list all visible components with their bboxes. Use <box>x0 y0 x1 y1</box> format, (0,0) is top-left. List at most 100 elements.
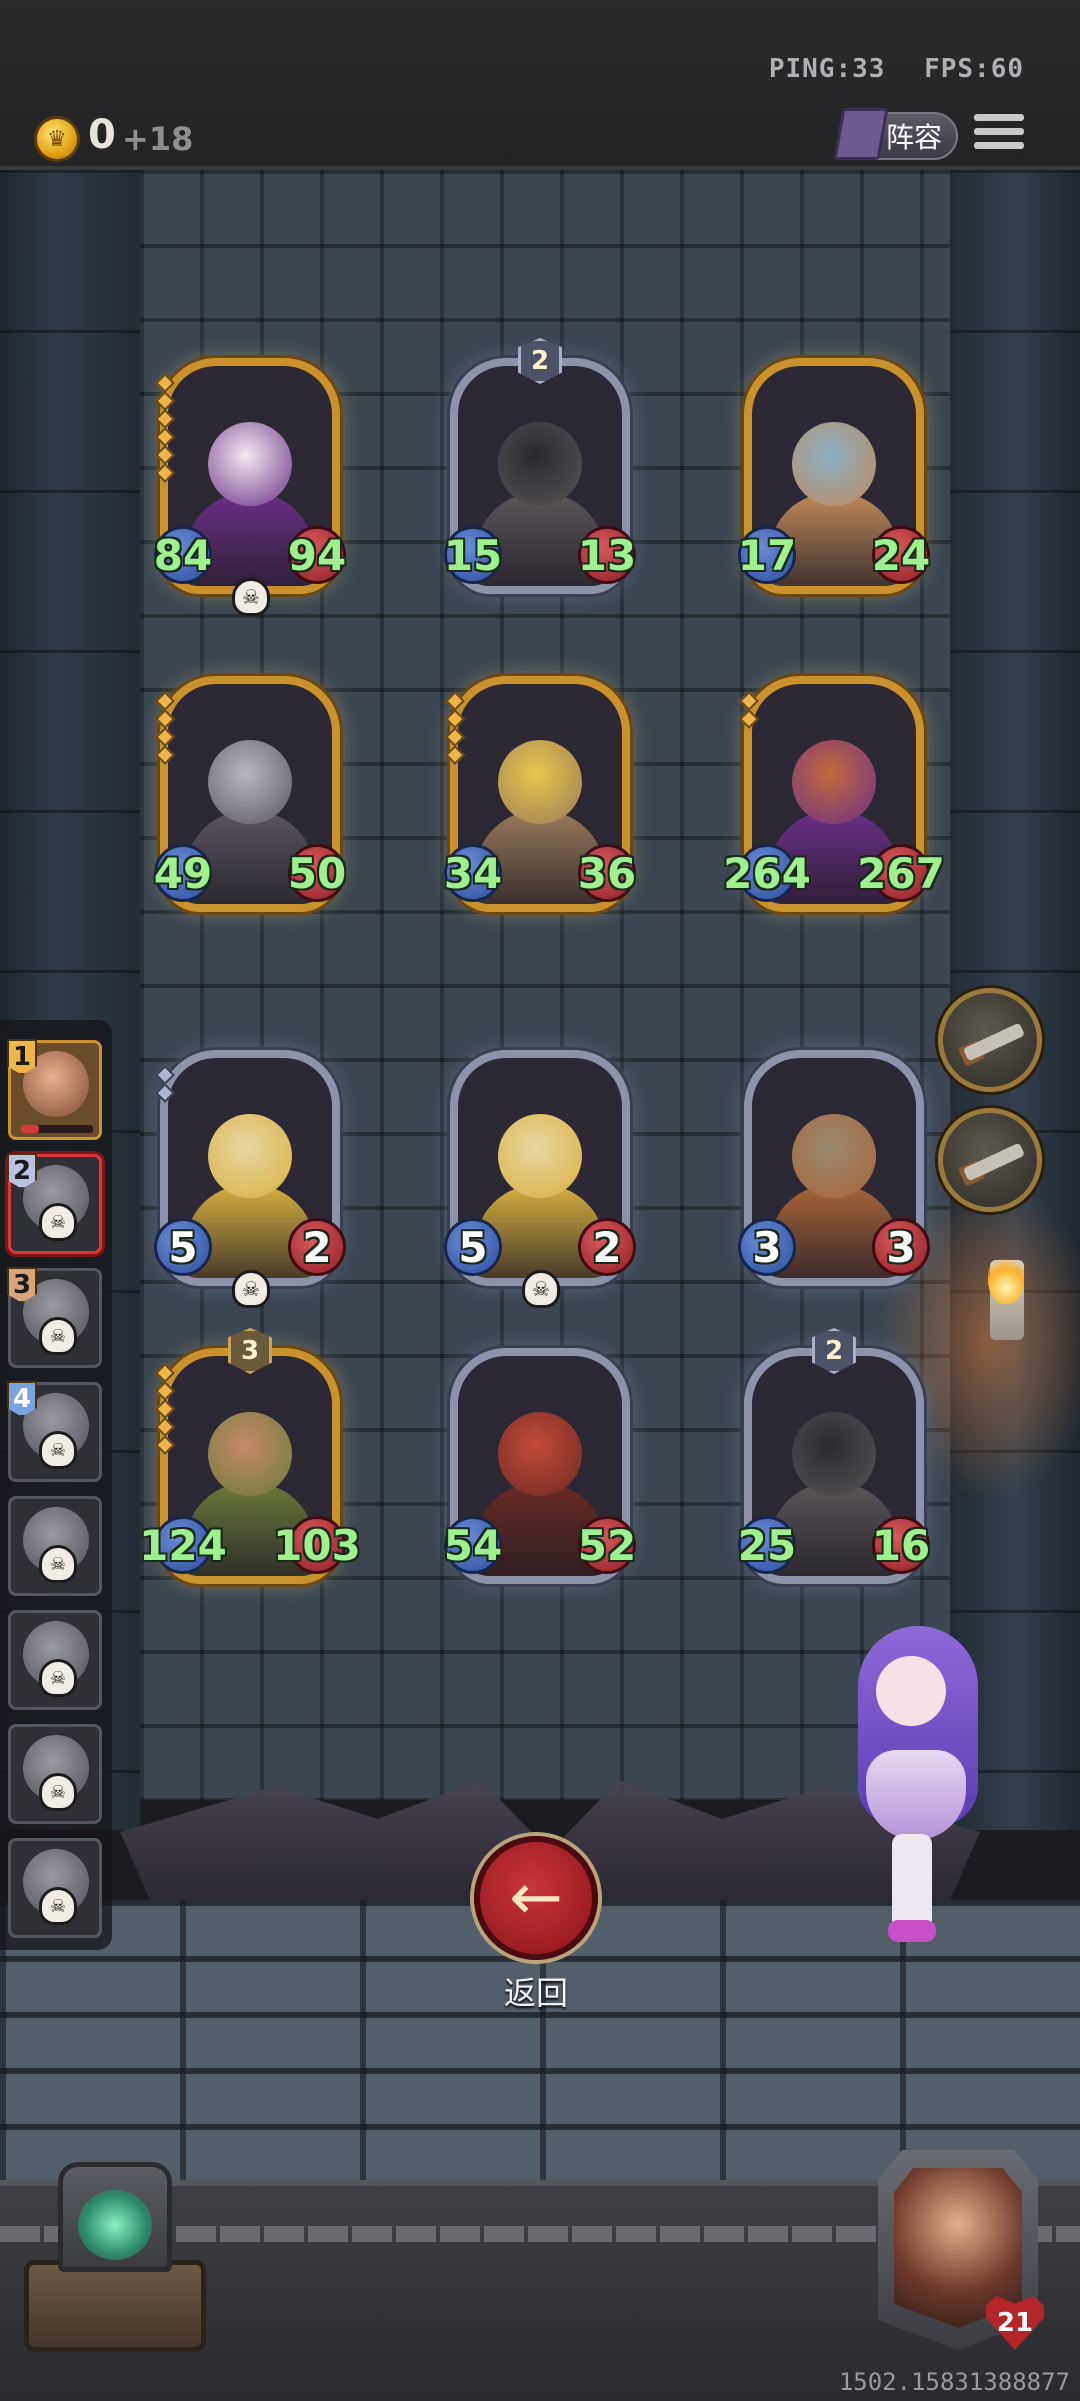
card-art-face <box>498 1114 582 1198</box>
pip-icon <box>155 1363 175 1383</box>
team-slot[interactable]: ☠ 3 <box>7 1267 102 1368</box>
item-slot[interactable] <box>938 988 1042 1092</box>
character-shoes <box>888 1920 936 1942</box>
health-value: 50 <box>288 844 346 902</box>
card-art-face <box>498 422 582 506</box>
team-slot[interactable]: 1 <box>7 1039 102 1140</box>
network-stats: PING:33 FPS:60 <box>747 54 1024 84</box>
health-value: 103 <box>273 1516 361 1574</box>
card-art-face <box>792 422 876 506</box>
menu-icon-bar <box>974 114 1024 121</box>
health-value: 3 <box>872 1218 930 1276</box>
minion-card[interactable]: 2 15 13 <box>444 338 636 594</box>
back-label: 返回 <box>503 1974 568 2012</box>
skull-icon: ☠ <box>39 1887 77 1925</box>
gold-count: 0 <box>88 112 116 158</box>
pip-icon <box>155 1417 175 1437</box>
health-value: 2 <box>288 1218 346 1276</box>
team-slot[interactable]: ☠ 2 <box>7 1153 102 1254</box>
heart-icon: 21 <box>986 2296 1044 2350</box>
upgrade-pips <box>155 373 175 483</box>
attack-value: 84 <box>154 526 212 584</box>
team-slot[interactable]: ☠ <box>8 1724 102 1824</box>
card-art-face <box>498 740 582 824</box>
pip-icon <box>739 691 759 711</box>
build-id: 1502.15831388877 <box>838 2368 1070 2396</box>
character-face <box>876 1656 946 1726</box>
upgrade-pips <box>155 691 175 765</box>
team-slot[interactable]: ☠ <box>8 1610 102 1710</box>
card-art-face <box>792 1412 876 1496</box>
hero-portrait[interactable]: 21 <box>868 2150 1048 2360</box>
character-dress <box>866 1750 966 1840</box>
attack-value: 17 <box>738 526 796 584</box>
team-hp-fill <box>21 1125 39 1133</box>
minion-card[interactable]: 5 2 ☠ <box>444 1050 636 1308</box>
pip-icon <box>155 1435 175 1455</box>
health-value: 24 <box>872 526 930 584</box>
skull-icon: ☠ <box>232 1270 270 1308</box>
crown-coin-icon: ♛ <box>34 116 80 162</box>
chest-box <box>24 2260 206 2352</box>
health-value: 267 <box>857 844 945 902</box>
minion-card[interactable]: 84 94 ☠ <box>154 358 346 616</box>
pip-icon <box>155 1083 175 1103</box>
book-icon <box>833 108 889 160</box>
minion-card[interactable]: 264 267 <box>723 676 945 912</box>
skull-icon: ☠ <box>39 1203 77 1241</box>
team-slot[interactable]: ☠ <box>8 1838 102 1938</box>
pip-icon <box>445 709 465 729</box>
pip-icon <box>445 745 465 765</box>
minion-card[interactable]: 33 <box>738 1050 930 1286</box>
upgrade-pips <box>445 691 465 765</box>
item-slot[interactable] <box>938 1108 1042 1212</box>
treasure-chest-button[interactable] <box>14 2150 216 2360</box>
pip-icon <box>155 391 175 411</box>
minion-card[interactable]: 17 24 <box>738 358 930 594</box>
card-art-face <box>498 1412 582 1496</box>
attack-value: 34 <box>444 844 502 902</box>
card-art-face <box>792 1114 876 1198</box>
pip-icon <box>155 409 175 429</box>
attack-value: 5 <box>154 1218 212 1276</box>
pip-icon <box>155 445 175 465</box>
health-value: 36 <box>578 844 636 902</box>
attack-value: 54 <box>444 1516 502 1574</box>
skull-icon: ☠ <box>39 1317 77 1355</box>
minion-card[interactable]: 2 25 16 <box>738 1328 930 1584</box>
minion-card[interactable]: 49 50 <box>154 676 346 912</box>
card-art-face <box>208 1114 292 1198</box>
menu-button[interactable] <box>974 114 1024 156</box>
pip-icon <box>155 691 175 711</box>
flame-icon <box>988 1250 1024 1304</box>
minion-card[interactable]: 34 36 <box>444 676 636 912</box>
team-list: 1 ☠ 2 ☠ 3 ☠ 4 ☠ ☠ ☠ ☠ <box>0 1020 112 1950</box>
pip-icon <box>155 463 175 483</box>
chest-glow <box>78 2190 152 2260</box>
pip-icon <box>155 745 175 765</box>
back-button[interactable]: ← <box>474 1836 598 1960</box>
upgrade-pips <box>155 1363 175 1455</box>
minion-card[interactable]: 3 124 103 <box>139 1328 361 1584</box>
team-slot[interactable]: ☠ <box>8 1496 102 1596</box>
upgrade-pips <box>739 691 759 729</box>
pip-icon <box>155 1399 175 1419</box>
skull-icon: ☠ <box>39 1773 77 1811</box>
pip-icon <box>155 427 175 447</box>
health-value: 13 <box>578 526 636 584</box>
card-art-face <box>208 1412 292 1496</box>
skull-icon: ☠ <box>39 1431 77 1469</box>
lineup-label: 阵容 <box>885 121 942 154</box>
upgrade-pips <box>155 1065 175 1103</box>
card-art-face <box>792 740 876 824</box>
attack-value: 5 <box>444 1218 502 1276</box>
team-slot[interactable]: ☠ 4 <box>7 1381 102 1482</box>
pip-icon <box>155 709 175 729</box>
minion-card[interactable]: 5 2 ☠ <box>154 1050 346 1308</box>
attack-value: 15 <box>444 526 502 584</box>
health-value: 16 <box>872 1516 930 1574</box>
pip-icon <box>445 691 465 711</box>
menu-icon-bar <box>974 142 1024 149</box>
minion-card[interactable]: 54 52 <box>444 1348 636 1584</box>
team-hp-bar <box>21 1125 93 1133</box>
